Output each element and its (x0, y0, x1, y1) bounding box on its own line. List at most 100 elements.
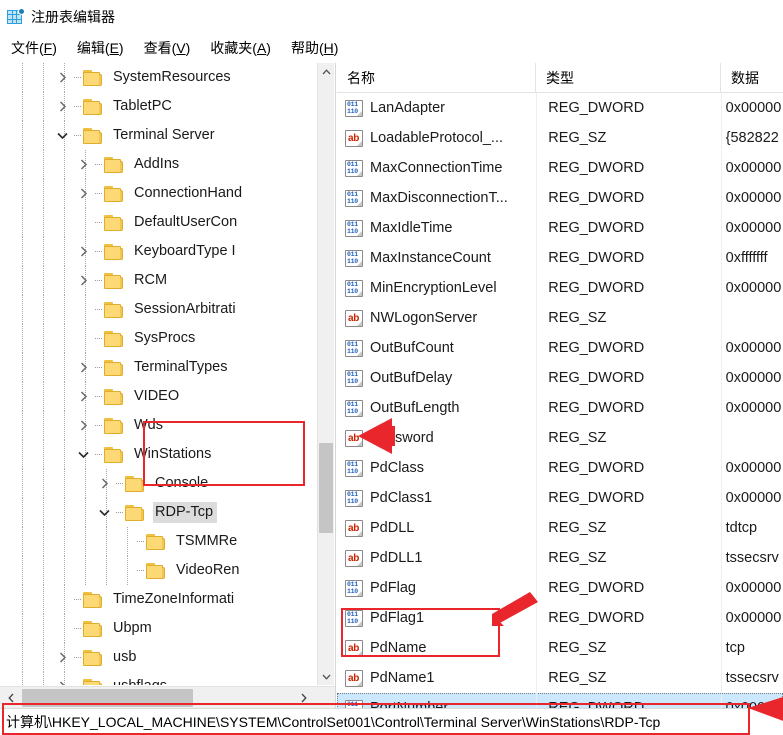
chevron-right-icon[interactable] (77, 266, 94, 295)
dword-value-icon: 011110 (345, 609, 363, 627)
tree-guide-line (43, 382, 44, 411)
value-row[interactable]: 011 110 PdFlag1 REG_DWORD 0x00000 (337, 603, 783, 633)
value-row[interactable]: 011 110 PdClass REG_DWORD 0x00000 (337, 453, 783, 483)
value-row[interactable]: 011110 PortNumber REG_DWORD 0x00000 (337, 693, 783, 708)
value-row[interactable]: 011 110 PdClass1 REG_DWORD 0x00000 (337, 483, 783, 513)
chevron-down-icon[interactable] (77, 440, 94, 469)
chevron-left-icon[interactable] (2, 688, 20, 708)
menu-item-view[interactable]: 查看(V) (144, 41, 191, 55)
value-type: REG_DWORD (548, 609, 645, 626)
tree-hscroll-thumb[interactable] (22, 689, 193, 707)
tree-item-rdp-tcp[interactable]: RDP-Tcp (0, 498, 318, 527)
tree-item-tsmmre[interactable]: TSMMRe (0, 527, 318, 556)
value-row[interactable]: 011 110 MinEncryptionLevel REG_DWORD 0x00000 (337, 273, 783, 303)
tree-item-addins[interactable]: AddIns (0, 150, 318, 179)
chevron-right-icon[interactable] (77, 382, 94, 411)
tree-item-videoren[interactable]: VideoRen (0, 556, 318, 585)
chevron-right-icon[interactable] (56, 63, 73, 92)
value-row[interactable]: ab PdName1 REG_SZ tssecsrv (337, 663, 783, 693)
chevron-right-icon[interactable] (77, 179, 94, 208)
tree-item-usb[interactable]: usb (0, 643, 318, 672)
column-separator (721, 123, 722, 153)
tree-horizontal-scrollbar[interactable] (0, 686, 335, 708)
value-row[interactable]: 011 110 MaxIdleTime REG_DWORD 0x00000 (337, 213, 783, 243)
tree-item-connectionhand[interactable]: ConnectionHand (0, 179, 318, 208)
column-header-name[interactable]: 名称 (337, 63, 536, 93)
value-row[interactable]: ab PdName REG_SZ tcp (337, 633, 783, 663)
chevron-right-icon[interactable] (56, 643, 73, 672)
tree-item-sessionarbitrati[interactable]: SessionArbitrati (0, 295, 318, 324)
column-separator (721, 633, 722, 663)
tree-item-rcm[interactable]: RCM (0, 266, 318, 295)
registry-tree[interactable]: SystemResources TabletPC Terminal Server Ad… (0, 63, 318, 685)
column-header-type[interactable]: 类型 (536, 63, 721, 93)
tree-guide-line (22, 150, 23, 179)
chevron-down-icon[interactable] (98, 498, 115, 527)
tree-vertical-scrollbar[interactable] (317, 63, 334, 685)
value-row[interactable]: 011 110 OutBufLength REG_DWORD 0x00000 (337, 393, 783, 423)
value-data: 0x00000 (725, 100, 782, 116)
tree-item-ubpm[interactable]: Ubpm (0, 614, 318, 643)
tree-guide-line (22, 585, 23, 614)
dword-value-icon: 011110 (345, 399, 363, 417)
column-separator (721, 273, 722, 303)
value-type: REG_DWORD (548, 99, 645, 116)
value-row[interactable]: ab PdDLL REG_SZ tdtcp (337, 513, 783, 543)
chevron-right-icon[interactable] (295, 688, 313, 708)
value-row[interactable]: ab LoadableProtocol_... REG_SZ {582822 (337, 123, 783, 153)
chevron-right-icon[interactable] (77, 411, 94, 440)
chevron-right-icon[interactable] (77, 353, 94, 382)
value-row[interactable]: 011 110 OutBufCount REG_DWORD 0x00000 (337, 333, 783, 363)
tree-item-usbflags[interactable]: usbflags (0, 672, 318, 685)
column-separator (536, 603, 537, 633)
menu-item-edit[interactable]: 编辑(E) (77, 41, 124, 55)
value-row[interactable]: ab NWLogonServer REG_SZ (337, 303, 783, 333)
tree-item-keyboardtype-i[interactable]: KeyboardType I (0, 237, 318, 266)
string-value-icon: ab (345, 429, 363, 447)
chevron-down-icon[interactable] (318, 668, 334, 685)
value-row[interactable]: 011 110 PdFlag REG_DWORD 0x00000 (337, 573, 783, 603)
tree-item-wds[interactable]: Wds (0, 411, 318, 440)
chevron-right-icon[interactable] (77, 150, 94, 179)
tree-scroll-thumb[interactable] (319, 443, 333, 533)
value-row[interactable]: 011 110 MaxConnectionTime REG_DWORD 0x00000 (337, 153, 783, 183)
value-type: REG_DWORD (548, 219, 645, 236)
value-name: PdName1 (370, 670, 435, 686)
tree-leaf-spacer (77, 324, 94, 353)
value-row[interactable]: 011 110 MaxInstanceCount REG_DWORD 0xfffffff (337, 243, 783, 273)
chevron-right-icon[interactable] (77, 237, 94, 266)
menu-item-help[interactable]: 帮助(H) (291, 41, 338, 55)
dword-value-icon: 011110 (345, 699, 363, 708)
column-header-data[interactable]: 数据 (721, 63, 783, 93)
menu-item-file[interactable]: 文件(F) (11, 41, 57, 55)
tree-item-timezoneinformati[interactable]: TimeZoneInformati (0, 585, 318, 614)
tree-item-label: RCM (134, 271, 168, 288)
value-row[interactable]: 011 110 MaxDisconnectionT... REG_DWORD 0x000… (337, 183, 783, 213)
tree-item-video[interactable]: VIDEO (0, 382, 318, 411)
value-row[interactable]: 011 110 LanAdapter REG_DWORD 0x00000 (337, 93, 783, 123)
tree-guide-line (22, 382, 23, 411)
tree-item-defaultusercon[interactable]: DefaultUserCon (0, 208, 318, 237)
value-row[interactable]: 011 110 OutBufDelay REG_DWORD 0x00000 (337, 363, 783, 393)
values-list[interactable]: 011 110 LanAdapter REG_DWORD 0x00000 ab Loadab… (337, 93, 783, 708)
tree-guide-line (43, 266, 44, 295)
tree-item-systemresources[interactable]: SystemResources (0, 63, 318, 92)
tree-item-winstations[interactable]: WinStations (0, 440, 318, 469)
menu-item-favorites[interactable]: 收藏夹(A) (210, 41, 271, 55)
tree-item-sysprocs[interactable]: SysProcs (0, 324, 318, 353)
tree-item-terminaltypes[interactable]: TerminalTypes (0, 353, 318, 382)
tree-item-terminal-server[interactable]: Terminal Server (0, 121, 318, 150)
chevron-right-icon[interactable] (56, 92, 73, 121)
dword-value-icon: 011110 (345, 579, 363, 597)
tree-item-console[interactable]: Console (0, 469, 318, 498)
chevron-right-icon[interactable] (56, 672, 73, 685)
chevron-down-icon[interactable] (56, 121, 73, 150)
tree-item-label: SessionArbitrati (134, 300, 236, 317)
chevron-right-icon[interactable] (98, 469, 115, 498)
chevron-up-icon[interactable] (318, 63, 334, 80)
value-row[interactable]: ab Password REG_SZ (337, 423, 783, 453)
value-row[interactable]: ab PdDLL1 REG_SZ tssecsrv (337, 543, 783, 573)
tree-item-tabletpc[interactable]: TabletPC (0, 92, 318, 121)
